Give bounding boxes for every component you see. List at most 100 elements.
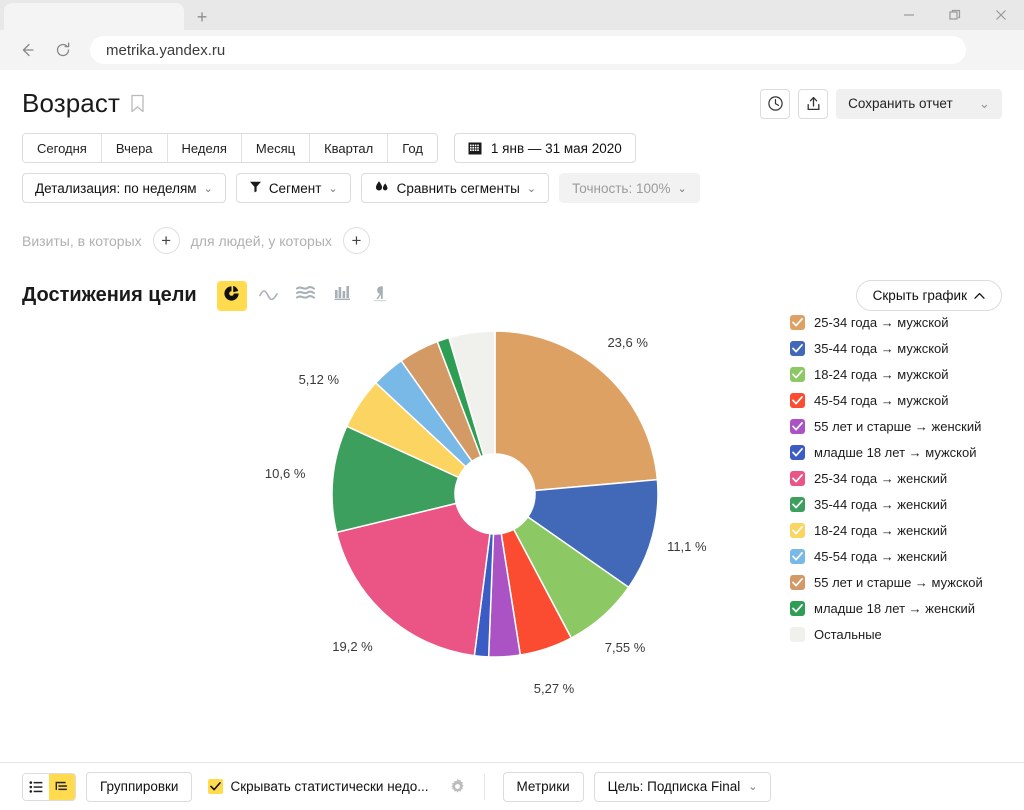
legend-item[interactable]: 35-44 года → женский: [790, 493, 1004, 515]
legend-checkbox[interactable]: [790, 366, 805, 382]
legend-item[interactable]: 55 лет и старше → женский: [790, 415, 1004, 437]
compare-segments-dropdown[interactable]: Сравнить сегменты ⌄: [360, 173, 550, 203]
legend-checkbox[interactable]: [790, 574, 805, 590]
hide-stats-checkbox-row[interactable]: Скрывать статистически недо...: [208, 779, 429, 794]
page-content: Возраст Сохранить отчет ⌄ Сегодня Вчера …: [0, 70, 1024, 810]
legend-checkbox[interactable]: [790, 392, 805, 408]
close-icon[interactable]: [978, 0, 1024, 30]
new-tab-button[interactable]: +: [186, 3, 218, 30]
legend-checkbox[interactable]: [790, 522, 805, 538]
legend-item[interactable]: 25-34 года → женский: [790, 467, 1004, 489]
page-title: Возраст: [22, 88, 120, 118]
legend-item[interactable]: 55 лет и старше → мужской: [790, 571, 1004, 593]
legend-label: 18-24 года → женский: [814, 522, 948, 538]
period-tab-yesterday[interactable]: Вчера: [101, 134, 168, 162]
map-pin-icon: [372, 285, 388, 307]
legend-checkbox[interactable]: [790, 340, 805, 356]
pie-chart-type-button[interactable]: [216, 280, 247, 311]
area-chart-type-button[interactable]: [291, 281, 321, 311]
date-range-value: 1 янв — 31 мая 2020: [490, 140, 622, 156]
legend-label: 18-24 года → мужской: [814, 366, 949, 382]
legend-checkbox[interactable]: [790, 548, 805, 564]
plus-icon: +: [351, 230, 362, 250]
period-tab-label: Квартал: [324, 140, 374, 156]
bar-chart-icon: [334, 285, 351, 306]
line-chart-icon: [259, 286, 279, 305]
legend-item[interactable]: младше 18 лет → мужской: [790, 441, 1004, 463]
hide-stats-checkbox[interactable]: [208, 779, 224, 794]
line-chart-type-button[interactable]: [254, 281, 284, 311]
tab-strip: +: [0, 0, 1024, 30]
report-header: Возраст Сохранить отчет ⌄: [0, 70, 1024, 119]
metrics-label: Метрики: [516, 779, 570, 794]
chart-type-switcher: [216, 280, 395, 311]
legend-checkbox[interactable]: [790, 626, 805, 642]
report-header-actions: Сохранить отчет ⌄: [760, 88, 1002, 119]
restore-icon[interactable]: [932, 0, 978, 30]
url-text: metrika.yandex.ru: [106, 41, 226, 59]
period-tab-quarter[interactable]: Квартал: [310, 134, 389, 162]
list-view-icon[interactable]: [23, 773, 49, 800]
legend-item[interactable]: 18-24 года → мужской: [790, 363, 1004, 385]
new-tab-label: +: [196, 6, 208, 27]
chevron-down-icon: ⌄: [677, 182, 687, 195]
metrics-button[interactable]: Метрики: [502, 771, 584, 802]
pie-chart-icon: [223, 285, 240, 307]
bar-chart-type-button[interactable]: [328, 281, 358, 311]
save-report-button[interactable]: Сохранить отчет ⌄: [836, 88, 1002, 119]
period-tab-month[interactable]: Месяц: [241, 134, 311, 162]
reload-icon[interactable]: [50, 37, 76, 63]
groupings-label: Группировки: [100, 779, 179, 794]
legend-label: младше 18 лет → мужской: [814, 444, 977, 460]
goal-dropdown[interactable]: Цель: Подписка Final ⌄: [593, 771, 772, 802]
chart-legend: 25-34 года → мужской 35-44 года → мужской…: [790, 311, 1004, 645]
legend-checkbox[interactable]: [790, 314, 805, 330]
period-tab-year[interactable]: Год: [388, 134, 437, 162]
legend-checkbox[interactable]: [790, 496, 805, 512]
legend-checkbox[interactable]: [790, 470, 805, 486]
segment-dropdown[interactable]: Сегмент ⌄: [235, 173, 351, 203]
period-tabs: Сегодня Вчера Неделя Месяц Квартал Год: [22, 133, 438, 163]
legend-item[interactable]: Остальные: [790, 623, 1004, 645]
hide-chart-button[interactable]: Скрыть график: [855, 280, 1002, 311]
bottom-toolbar: Группировки Скрывать статистически недо.…: [0, 762, 1024, 810]
minimize-icon[interactable]: [886, 0, 932, 30]
period-tab-today[interactable]: Сегодня: [23, 134, 102, 162]
pie-percent-label: 23,6 %: [607, 334, 648, 350]
legend-item[interactable]: 45-54 года → мужской: [790, 389, 1004, 411]
legend-item[interactable]: 25-34 года → мужской: [790, 311, 1004, 333]
window-controls: [886, 0, 1024, 30]
legend-checkbox[interactable]: [790, 444, 805, 460]
legend-item[interactable]: 18-24 года → женский: [790, 519, 1004, 541]
add-visit-condition-button[interactable]: +: [152, 227, 180, 254]
toolbar-divider: [483, 773, 485, 800]
tree-view-icon[interactable]: [49, 773, 75, 800]
map-pin-type-button[interactable]: [365, 281, 395, 311]
groupings-button[interactable]: Группировки: [86, 771, 193, 802]
accuracy-dropdown[interactable]: Точность: 100% ⌄: [559, 173, 700, 203]
clock-icon[interactable]: [760, 88, 791, 119]
url-bar[interactable]: metrika.yandex.ru: [90, 36, 966, 64]
share-upload-icon[interactable]: [798, 88, 829, 119]
bookmark-icon[interactable]: [130, 94, 145, 113]
goal-label: Цель: Подписка Final: [607, 779, 741, 794]
legend-item[interactable]: 45-54 года → женский: [790, 545, 1004, 567]
detail-dropdown[interactable]: Детализация: по неделям ⌄: [22, 173, 226, 203]
gear-icon[interactable]: [449, 778, 466, 795]
browser-window: + metrika.yandex.ru Возраст Сохранить от…: [0, 0, 1024, 810]
legend-label: 45-54 года → женский: [814, 548, 948, 564]
filters-area: Сегодня Вчера Неделя Месяц Квартал Год 1…: [0, 119, 1024, 203]
legend-item[interactable]: младше 18 лет → женский: [790, 597, 1004, 619]
legend-checkbox[interactable]: [790, 600, 805, 616]
people-label: для людей, у которых: [190, 232, 332, 249]
pie-slice[interactable]: [494, 330, 659, 492]
legend-checkbox[interactable]: [790, 418, 805, 434]
browser-tab[interactable]: [4, 3, 184, 30]
add-people-condition-button[interactable]: +: [342, 227, 370, 254]
date-range-picker[interactable]: 1 янв — 31 мая 2020: [453, 133, 636, 163]
period-tab-week[interactable]: Неделя: [167, 134, 242, 162]
back-arrow-icon[interactable]: [14, 37, 40, 63]
legend-item[interactable]: 35-44 года → мужской: [790, 337, 1004, 359]
donut-chart[interactable]: [330, 329, 660, 664]
chevron-down-icon: ⌄: [978, 95, 990, 111]
